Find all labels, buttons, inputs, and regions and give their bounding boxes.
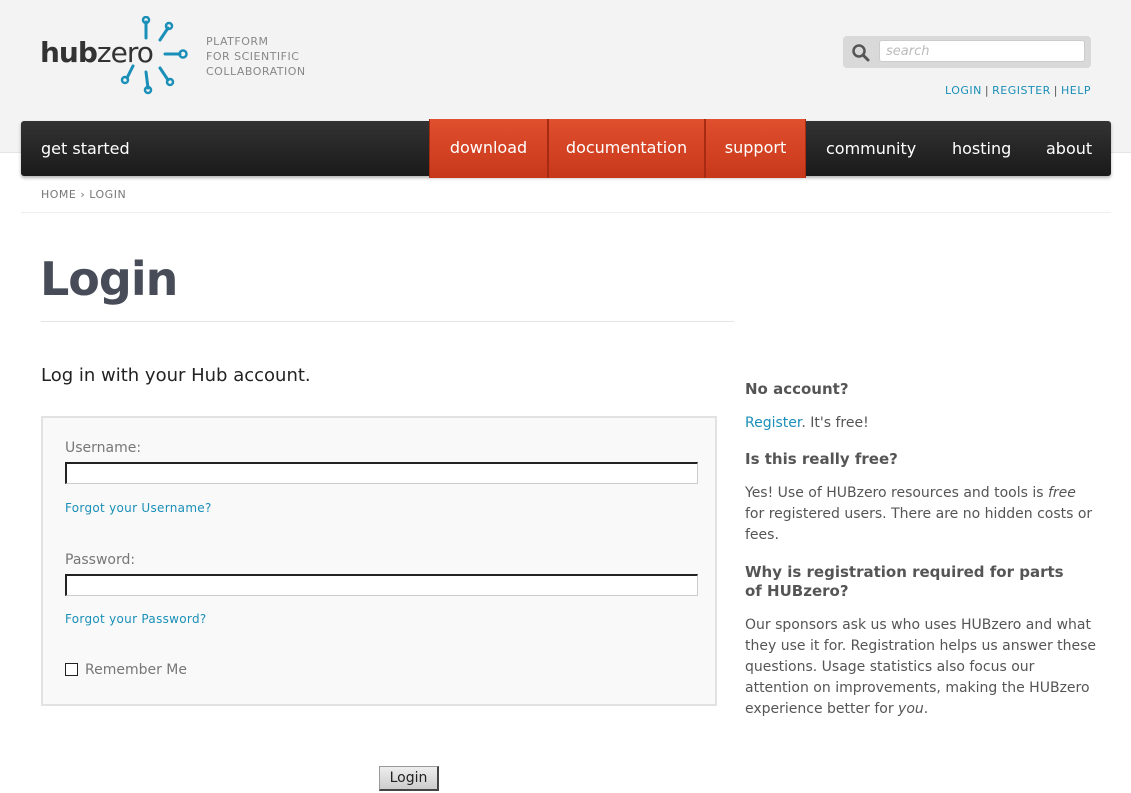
nav-about[interactable]: about (1046, 121, 1092, 176)
nav-community[interactable]: community (826, 121, 916, 176)
register-link[interactable]: REGISTER (992, 84, 1051, 97)
forgot-username-link[interactable]: Forgot your Username? (65, 501, 212, 515)
nav-support[interactable]: support (705, 119, 806, 178)
why-text-emphasis: you (898, 701, 924, 717)
tagline-line-3: COLLABORATION (206, 65, 306, 78)
breadcrumb-current: LOGIN (89, 188, 127, 201)
why-text: Our sponsors ask us who uses HUBzero and… (745, 615, 1097, 720)
page-title: Login (40, 252, 178, 306)
free-text-emphasis: free (1048, 485, 1076, 501)
separator: | (984, 84, 990, 97)
login-button[interactable]: Login (379, 766, 439, 791)
login-form: Username: Forgot your Username? Password… (41, 416, 717, 706)
divider (41, 321, 734, 322)
hubzero-logo[interactable]: hubzero (40, 16, 190, 96)
username-label: Username: (65, 440, 142, 456)
tagline-line-2: FOR SCIENTIFIC (206, 50, 300, 63)
register-suffix: . It's free! (801, 415, 869, 431)
divider (21, 212, 1111, 213)
password-label: Password: (65, 552, 136, 568)
breadcrumb-home[interactable]: HOME (41, 188, 76, 201)
tagline: PLATFORM FOR SCIENTIFIC COLLABORATION (206, 34, 306, 79)
main-nav: get started download documentation suppo… (21, 119, 1111, 178)
breadcrumb: HOME › LOGIN (41, 188, 126, 201)
no-account-heading: No account? (745, 380, 849, 398)
search-icon[interactable] (851, 43, 871, 63)
why-text-part-2: . (923, 701, 929, 717)
login-subheading: Log in with your Hub account. (41, 365, 311, 386)
register-link-sidebar[interactable]: Register (745, 415, 801, 431)
free-text-part-1: Yes! Use of HUBzero resources and tools … (745, 485, 1048, 501)
help-link[interactable]: HELP (1061, 84, 1091, 97)
free-heading: Is this really free? (745, 450, 898, 468)
nav-hosting[interactable]: hosting (952, 121, 1011, 176)
forgot-password-link[interactable]: Forgot your Password? (65, 612, 207, 626)
remember-me-label[interactable]: Remember Me (85, 662, 187, 678)
logo-hub-text: hub (40, 36, 98, 69)
register-prompt: Register. It's free! (745, 413, 1097, 434)
nav-documentation[interactable]: documentation (548, 119, 705, 178)
remember-me-checkbox[interactable] (65, 663, 78, 676)
username-field[interactable] (65, 462, 698, 484)
chevron-right-icon: › (80, 188, 86, 201)
logo-wordmark: hubzero (40, 36, 154, 69)
logo-zero-text: zero (96, 36, 154, 69)
password-field[interactable] (65, 574, 698, 596)
tagline-line-1: PLATFORM (206, 35, 269, 48)
separator: | (1053, 84, 1059, 97)
search-input[interactable] (879, 40, 1085, 62)
login-link[interactable]: LOGIN (945, 84, 982, 97)
nav-get-started[interactable]: get started (41, 121, 130, 176)
nav-download[interactable]: download (429, 119, 548, 178)
utility-links: LOGIN | REGISTER | HELP (945, 84, 1091, 97)
free-text: Yes! Use of HUBzero resources and tools … (745, 483, 1097, 546)
search-box (843, 36, 1091, 68)
why-heading: Why is registration required for parts o… (745, 563, 1064, 600)
free-text-part-2: for registered users. There are no hidde… (745, 506, 1093, 543)
